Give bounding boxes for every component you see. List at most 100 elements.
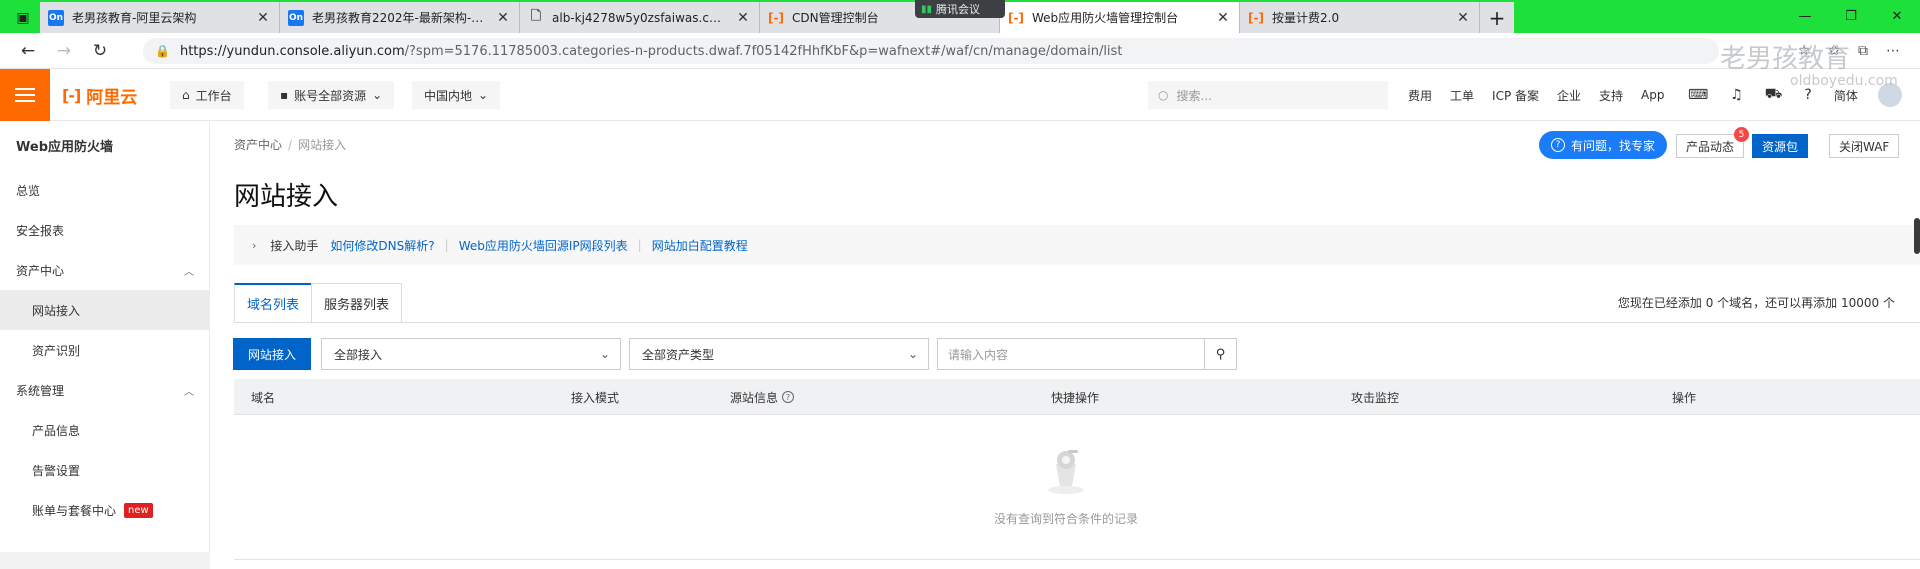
tab-close-icon[interactable]: ✕ [1215, 10, 1231, 26]
forward-icon[interactable]: → [46, 41, 82, 61]
sidebar-item-label: 账单与套餐中心 [32, 503, 117, 518]
cart-icon[interactable]: ⛟ [1765, 86, 1783, 104]
header-link-tickets[interactable]: 工单 [1450, 87, 1474, 104]
tab-close-icon[interactable]: ✕ [255, 10, 271, 26]
home-icon: ⌂ [182, 88, 190, 102]
tab-close-icon[interactable]: ✕ [735, 10, 751, 26]
link-dns-guide[interactable]: 如何修改DNS解析? [330, 237, 434, 254]
aliyun-favicon-icon: [-] [1008, 10, 1024, 25]
address-bar: ← → ↻ 🔒 https://yundun.console.aliyun.co… [0, 33, 1920, 69]
signal-icon: ▮▮ [921, 3, 933, 15]
chevron-up-icon: ︿ [184, 266, 194, 278]
tab-close-icon[interactable]: ✕ [495, 10, 511, 26]
browser-tab[interactable]: 🗋 alb-kj4278w5y0zsfaiwas.cn-hangz ✕ [520, 2, 760, 33]
minimize-icon[interactable]: — [1782, 0, 1828, 33]
browser-tab-active[interactable]: [-] Web应用防火墙管理控制台 ✕ [1000, 2, 1240, 33]
help-icon[interactable]: ? [1804, 87, 1811, 103]
close-waf-button[interactable]: 关闭WAF [1829, 134, 1900, 158]
reload-icon[interactable]: ↻ [82, 41, 118, 61]
sidebar-item-product-info[interactable]: 产品信息 [0, 410, 210, 450]
header-link-icp[interactable]: ICP 备案 [1492, 87, 1539, 104]
tab-actions-button[interactable]: ▣ [6, 2, 40, 33]
tab-title: 老男孩教育2202年-最新架构-综合 [312, 11, 487, 25]
link-whitelist-tutorial[interactable]: 网站加白配置教程 [652, 237, 748, 254]
main-content: 资产中心 / 网站接入 ? 有问题，找专家 产品动态 5 资源包 关闭WAF 网站接… [211, 122, 1920, 569]
breadcrumb-separator: / [288, 138, 293, 152]
tab-close-icon[interactable]: ✕ [1455, 10, 1471, 26]
table-bottom-border [234, 559, 1920, 560]
divider: | [637, 238, 642, 252]
back-icon[interactable]: ← [10, 41, 46, 61]
meeting-label: 腾讯会议 [936, 3, 981, 16]
sidebar-group-asset-center[interactable]: 资产中心 ︿ [0, 250, 210, 290]
notification-count-badge: 5 [1734, 127, 1750, 142]
restore-icon[interactable]: ❐ [1828, 0, 1874, 33]
tab-title: 按量计费2.0 [1272, 11, 1340, 25]
search-button[interactable]: ⚲ [1204, 338, 1237, 370]
asset-type-select[interactable]: 全部资产类型 ⌄ [629, 338, 929, 370]
menu-icon[interactable] [0, 69, 50, 121]
workbench-button[interactable]: ⌂ 工作台 [170, 81, 244, 109]
close-window-icon[interactable]: ✕ [1874, 0, 1920, 33]
product-updates-label: 产品动态 [1686, 139, 1735, 154]
global-search-input[interactable]: ○ 搜索... [1148, 81, 1388, 109]
link-origin-ip-list[interactable]: Web应用防火墙回源IP网段列表 [459, 237, 628, 254]
add-website-label: 网站接入 [248, 347, 297, 362]
access-type-select[interactable]: 全部接入 ⌄ [321, 338, 621, 370]
region-label: 中国内地 [424, 88, 473, 103]
sidebar-item-label: 安全报表 [16, 223, 65, 238]
header-link-billing[interactable]: 费用 [1408, 87, 1432, 104]
tab-title: 老男孩教育-阿里云架构 [72, 11, 197, 25]
sidebar-item-asset-identification[interactable]: 资产识别 [0, 330, 210, 370]
product-updates-button[interactable]: 产品动态 5 [1676, 127, 1750, 158]
browser-tab[interactable]: On 老男孩教育-阿里云架构 ✕ [40, 2, 280, 33]
add-website-button[interactable]: 网站接入 [233, 338, 312, 370]
tab-title: alb-kj4278w5y0zsfaiwas.cn-hangz [552, 10, 727, 25]
table-header: 域名 接入模式 源站信息? 快捷操作 攻击监控 操作 [234, 379, 1920, 415]
new-tab-button[interactable]: + [1480, 2, 1514, 33]
access-type-value: 全部接入 [334, 347, 383, 362]
header-link-support[interactable]: 支持 [1599, 87, 1623, 104]
header-link-app[interactable]: App [1641, 88, 1664, 102]
watermark-logo: 老男孩教育 oldboyedu.com [1720, 46, 1898, 88]
aliyun-favicon-icon: [-] [768, 10, 784, 25]
browser-tab[interactable]: On 老男孩教育2202年-最新架构-综合 ✕ [280, 2, 520, 33]
sidebar-item-billing-packages[interactable]: 账单与套餐中心 new [0, 490, 210, 530]
page-scrollbar[interactable] [1914, 218, 1920, 254]
resource-pack-button[interactable]: 资源包 [1752, 134, 1809, 158]
aliyun-logo[interactable]: [-] 阿里云 [62, 69, 137, 121]
region-dropdown[interactable]: 中国内地 ⌄ [412, 81, 501, 109]
favicon-icon: On [48, 9, 64, 26]
column-header-attack-monitoring: 攻击监控 [1351, 390, 1400, 405]
breadcrumb: 资产中心 / 网站接入 [234, 136, 346, 153]
sidebar-item-website-access[interactable]: 网站接入 [0, 290, 210, 330]
meeting-indicator[interactable]: ▮▮ 腾讯会议 [915, 0, 1005, 18]
empty-state-text: 没有查询到符合条件的记录 [993, 512, 1138, 526]
sidebar-item-alert-settings[interactable]: 告警设置 [0, 450, 210, 490]
sidebar-item-overview[interactable]: 总览 [0, 170, 210, 210]
chevron-down-icon: ⌄ [907, 347, 918, 361]
sidebar-footer [0, 552, 210, 569]
column-header-access-mode: 接入模式 [571, 390, 620, 405]
sidebar-item-security-report[interactable]: 安全报表 [0, 210, 210, 250]
account-resources-dropdown[interactable]: ▪ 账号全部资源 ⌄ [268, 81, 395, 109]
ask-expert-button[interactable]: ? 有问题，找专家 [1539, 131, 1668, 159]
sidebar-group-system-management[interactable]: 系统管理 ︿ [0, 370, 210, 410]
header-link-enterprise[interactable]: 企业 [1557, 87, 1581, 104]
search-icon: ⚲ [1215, 346, 1226, 362]
domain-search-input[interactable]: 请输入内容 [937, 338, 1233, 370]
breadcrumb-current: 网站接入 [298, 138, 347, 152]
search-icon: ○ [1158, 88, 1169, 102]
column-header-actions: 操作 [1672, 390, 1697, 405]
chevron-right-icon[interactable]: › [252, 239, 256, 252]
info-icon[interactable]: ? [782, 391, 795, 403]
tab-server-list[interactable]: 服务器列表 [311, 283, 403, 323]
language-switch[interactable]: 简体 [1834, 87, 1858, 104]
bell-icon[interactable]: ♫ [1730, 87, 1743, 103]
url-field[interactable]: 🔒 https://yundun.console.aliyun.com/?spm… [143, 38, 1719, 64]
tab-domain-list[interactable]: 域名列表 [234, 283, 313, 323]
breadcrumb-link-asset-center[interactable]: 资产中心 [234, 138, 282, 152]
watermark-url: oldboyedu.com [1790, 73, 1898, 89]
terminal-icon[interactable]: ⌨ [1688, 87, 1708, 103]
browser-tab[interactable]: [-] 按量计费2.0 ✕ [1240, 2, 1480, 33]
